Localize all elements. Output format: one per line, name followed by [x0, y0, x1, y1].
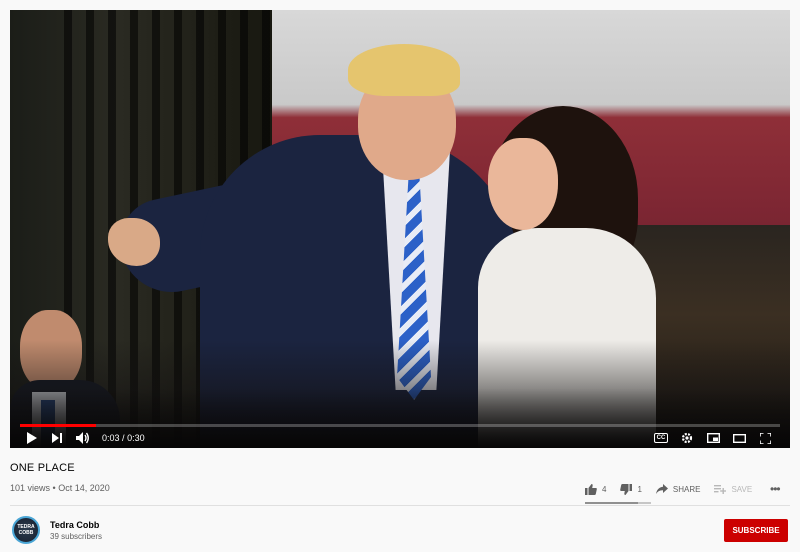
progress-fill: [20, 424, 96, 427]
theater-icon[interactable]: [728, 429, 750, 447]
video-title: ONE PLACE: [10, 462, 75, 474]
save-label: SAVE: [731, 484, 753, 494]
duration: 0:30: [127, 433, 145, 443]
share-icon: [655, 484, 668, 494]
save-button[interactable]: SAVE: [714, 484, 753, 494]
more-actions-icon[interactable]: •••: [770, 482, 781, 496]
channel-name[interactable]: Tedra Cobb: [50, 520, 99, 530]
like-ratio-bar: [585, 502, 651, 504]
figure-woman-face: [488, 138, 558, 230]
next-icon[interactable]: [46, 429, 68, 447]
video-meta: 101 views • Oct 14, 2020: [10, 483, 110, 493]
progress-bar[interactable]: [20, 424, 780, 427]
like-button[interactable]: 4: [585, 483, 607, 495]
channel-avatar[interactable]: TEDRA COBB: [12, 516, 40, 544]
figure-man-hair: [348, 44, 460, 96]
action-bar: 4 1 SHARE SAVE: [585, 480, 766, 498]
playlist-add-icon: [714, 484, 727, 494]
dislike-button[interactable]: 1: [620, 483, 642, 495]
captions-button[interactable]: CC: [650, 429, 672, 447]
dislike-count: 1: [637, 484, 642, 494]
view-count: 101 views: [10, 483, 51, 493]
gear-icon[interactable]: [676, 429, 698, 447]
like-count: 4: [602, 484, 607, 494]
miniplayer-icon[interactable]: [702, 429, 724, 447]
like-ratio-fill: [585, 502, 638, 504]
thumbs-down-icon: [620, 483, 633, 495]
avatar-line2: COBB: [18, 530, 34, 536]
upload-date: Oct 14, 2020: [58, 483, 110, 493]
divider: [10, 505, 790, 506]
avatar-logo: TEDRA COBB: [14, 518, 38, 542]
video-frame: [10, 10, 790, 448]
play-icon[interactable]: [20, 429, 42, 447]
thumbs-up-icon: [585, 483, 597, 495]
share-label: SHARE: [672, 484, 701, 494]
subscribe-button[interactable]: SUBSCRIBE: [724, 519, 788, 542]
meta-dot: •: [52, 483, 56, 493]
cc-icon: CC: [653, 433, 669, 443]
fullscreen-icon[interactable]: [754, 429, 776, 447]
current-time: 0:03: [102, 433, 120, 443]
volume-icon[interactable]: [72, 429, 94, 447]
player-controls: 0:03 / 0:30 CC: [20, 429, 780, 447]
share-button[interactable]: SHARE: [655, 484, 701, 494]
subscriber-count: 39 subscribers: [50, 532, 103, 541]
time-display: 0:03 / 0:30: [102, 433, 145, 443]
video-player[interactable]: 0:03 / 0:30 CC: [10, 10, 790, 448]
time-separator: /: [122, 433, 125, 443]
